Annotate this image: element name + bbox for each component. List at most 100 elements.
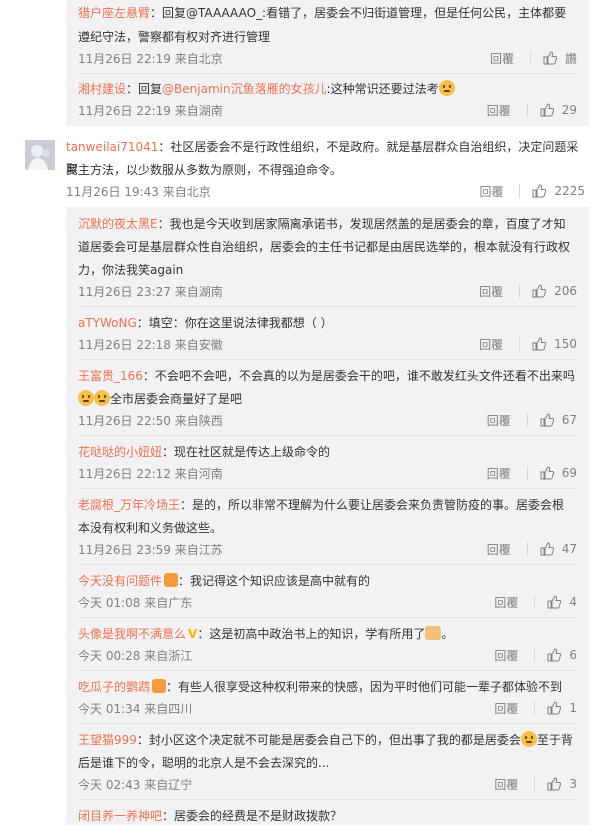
reply-button[interactable]: 回覆 (487, 541, 511, 558)
comment-text: 猎户座左悬臂：回复@TAAAAAO_:看错了，居委会不归街道管理，但是任何公民，… (78, 2, 583, 24)
avatar[interactable] (25, 140, 55, 170)
thumbs-up-icon (543, 51, 557, 65)
reply-button[interactable]: 回覆 (487, 102, 511, 119)
reply-button[interactable]: 回覆 (494, 647, 518, 664)
comment-author[interactable]: 猎户座左悬臂 (78, 6, 150, 20)
like-button[interactable]: 150 (532, 337, 577, 351)
comment-text: aTYWoNG：填空：你在这里说法律我都想（ ） (78, 316, 333, 330)
like-button[interactable]: 206 (532, 284, 577, 298)
comment-author[interactable]: 今天没有问题件 (78, 574, 162, 588)
comment-actions: 回覆 2225 (479, 181, 585, 201)
verified-v-icon: V (188, 627, 198, 641)
comment-meta: 11月26日 22:19 来自北京 (78, 52, 223, 66)
comment-text: 本没有权利和义务做这些。 (78, 521, 223, 535)
comment-actions: 回覆 69 (487, 463, 577, 483)
comment-actions: 回覆 3 (494, 774, 577, 794)
reply-button[interactable]: 回覆 (479, 336, 503, 353)
divider (78, 617, 577, 618)
like-button[interactable]: 3 (547, 777, 577, 791)
comment-meta: 11月26日 22:18 来自安徽 (78, 338, 223, 352)
comment-meta: 11月26日 22:19 来自湖南 (78, 104, 223, 118)
comment-author[interactable]: aTYWoNG (78, 316, 137, 330)
thumbs-up-icon (547, 595, 562, 609)
divider (534, 777, 536, 791)
reply-button[interactable]: 回覆 (487, 412, 511, 429)
comment-text: 民主方法，以少数服从多数为原则，不得强迫命令。 (66, 163, 343, 177)
comment-meta: 今天 01:08 来自广东 (78, 596, 193, 610)
reply-button[interactable]: 回覆 (479, 283, 503, 300)
like-button[interactable]: 69 (540, 466, 577, 480)
comment-text: 吃瓜子的鹦鹉 ：有些人很享受这种权利带来的快感，因为平时他们可能一辈子都体验不到 (78, 679, 563, 694)
divider (519, 337, 521, 351)
mention-link[interactable]: @Benjamin沉鱼落雁的女孩儿 (162, 82, 327, 96)
comment-author[interactable]: 湘村建设 (78, 82, 126, 96)
comment-text: 闭目养一养神吧：居委会的经费是不是财政拨款？ (78, 809, 343, 823)
comment-author[interactable]: 王望猫999 (78, 733, 137, 747)
divider (534, 701, 536, 715)
divider (526, 466, 528, 480)
like-count: 69 (561, 466, 577, 480)
thumbs-up-icon (547, 701, 562, 715)
comment-author[interactable]: 沉默的夜太黑E (78, 217, 158, 231)
reply-button[interactable]: 回覆 (494, 594, 518, 611)
member-badge-icon (164, 573, 179, 587)
comment-author[interactable]: 闭目养一养神吧 (78, 809, 162, 823)
divider (526, 103, 528, 117)
comment-text: 王望猫999：封小区这个决定就不可能是居委会自己下的，但出事了我的都是居委会 至于… (78, 731, 573, 747)
comment-meta: 11月26日 19:43 来自北京 (66, 185, 211, 199)
like-count: 2225 (554, 184, 585, 198)
comment-author[interactable]: tanweilai71041 (66, 140, 158, 154)
comment-author[interactable]: 王富贵_166 (78, 369, 143, 383)
like-button[interactable]: 2225 (532, 184, 585, 198)
comment-meta: 11月26日 22:12 来自河南 (78, 467, 223, 481)
comment-author[interactable]: 花哒哒的小妞妞 (78, 445, 162, 459)
like-button[interactable]: 讚 (543, 50, 577, 67)
reply-button[interactable]: 回覆 (494, 700, 518, 717)
divider (534, 595, 536, 609)
thumbs-up-icon (532, 337, 547, 351)
like-count: 3 (569, 777, 577, 791)
thumbs-up-icon (540, 103, 554, 117)
comment-text: 遵纪守法，警察都有权对齐进行管理 (78, 30, 271, 44)
like-button[interactable]: 47 (540, 542, 577, 556)
comment-meta: 11月26日 23:59 来自江苏 (78, 543, 223, 557)
like-button[interactable]: 29 (540, 103, 577, 117)
comment-text: 力，你法我笑again (78, 263, 184, 277)
divider (78, 723, 577, 724)
like-count: 讚 (564, 51, 577, 66)
divider (78, 306, 577, 307)
comment-text: 全市居委会商量好了是吧 (78, 388, 242, 410)
like-button[interactable]: 4 (547, 595, 577, 609)
divider (519, 284, 521, 298)
reply-button[interactable]: 回覆 (494, 776, 518, 793)
comment-text: 后是谁下的令，聪明的北京人是不会去深究的... (78, 756, 330, 770)
like-button[interactable]: 6 (547, 648, 577, 662)
comment-text: 道居委会可是基层群众性自治组织，居委会的主任书记都是由居民选举的，根本就没有行政… (78, 240, 571, 254)
comment-author[interactable]: 头像是我啊不满意么 (78, 627, 186, 641)
reply-button[interactable]: 回覆 (479, 183, 503, 200)
comment-body-line: ：回复@TAAAAAO_:看错了，居委会不归街道管理，但是任何公民，主体都要 (150, 6, 567, 20)
thumbs-up-icon (540, 466, 554, 480)
like-count: 47 (561, 542, 577, 556)
thumbs-up-icon (540, 413, 554, 427)
divider (519, 184, 521, 198)
comment-meta: 11月26日 22:50 来自陕西 (78, 414, 223, 428)
divider (78, 670, 577, 671)
comment-actions: 回覆 讚 (490, 48, 577, 68)
comment-actions: 回覆 29 (487, 100, 577, 120)
comment-text: 老腐根_万年冷场王：是的，所以非常不理解为什么要让居委会来负责管防疫的事。居委会… (78, 498, 565, 512)
reply-button[interactable]: 回覆 (487, 465, 511, 482)
comment-author[interactable]: 吃瓜子的鹦鹉 (78, 680, 150, 694)
like-count: 29 (561, 103, 577, 117)
doge-emoji-icon (520, 731, 537, 747)
divider (534, 648, 536, 662)
like-button[interactable]: 67 (540, 413, 577, 427)
like-count: 4 (569, 595, 577, 609)
like-button[interactable]: 1 (547, 701, 577, 715)
thumbs-up-icon (540, 542, 554, 556)
comment-author[interactable]: 老腐根_万年冷场王 (78, 498, 180, 512)
comment-text: 湘村建设：回复@Benjamin沉鱼落雁的女孩儿:这种常识还要过法考 (78, 78, 583, 100)
reply-button[interactable]: 回覆 (490, 50, 514, 67)
divider (78, 359, 577, 360)
divider (526, 542, 528, 556)
